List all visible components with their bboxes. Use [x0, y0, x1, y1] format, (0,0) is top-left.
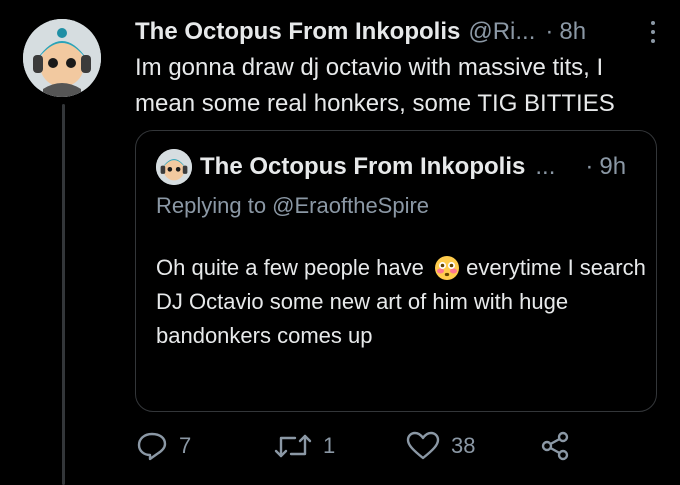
reply-action[interactable]: 7 — [135, 430, 191, 462]
separator-dot: · — [545, 18, 554, 45]
flushed-face-icon — [434, 255, 460, 281]
retweet-icon — [274, 434, 312, 458]
thread-line — [62, 104, 65, 485]
quoted-separator-dot: · — [585, 153, 594, 180]
share-action[interactable] — [539, 430, 571, 462]
quoted-tweet[interactable]: The Octopus From Inkopolis ... · 9h Repl… — [135, 130, 657, 412]
quoted-header: The Octopus From Inkopolis ... · 9h — [200, 151, 642, 183]
author-handle[interactable]: @Ri... — [468, 18, 535, 46]
quoted-text-part-1: Oh quite a few people have — [156, 255, 424, 280]
author-name[interactable]: The Octopus From Inkopolis — [135, 18, 460, 46]
quoted-text: Oh quite a few people have everytime I s… — [156, 251, 646, 353]
tweet-time[interactable]: 8h — [559, 18, 586, 46]
like-icon — [406, 431, 440, 460]
quoted-author-name: The Octopus From Inkopolis — [200, 153, 526, 180]
retweet-count: 1 — [323, 433, 336, 458]
like-count: 38 — [451, 433, 476, 458]
more-icon[interactable] — [646, 17, 660, 47]
author-avatar[interactable] — [23, 19, 101, 97]
reply-count: 7 — [179, 433, 192, 458]
retweet-action[interactable]: 1 — [273, 430, 335, 462]
tweet-header: The Octopus From Inkopolis @Ri... · 8h — [135, 15, 660, 49]
tweet-text: Im gonna draw dj octavio with massive ti… — [135, 54, 615, 117]
share-icon — [541, 431, 569, 461]
reply-icon — [137, 432, 167, 461]
like-action[interactable]: 38 — [405, 430, 475, 462]
quoted-ellipsis: ... — [535, 153, 556, 180]
quoted-time: 9h — [599, 153, 627, 180]
action-bar: 7 1 38 — [135, 430, 585, 466]
replying-to: Replying to @EraoftheSpire — [156, 193, 430, 218]
quoted-author-avatar — [156, 149, 192, 185]
